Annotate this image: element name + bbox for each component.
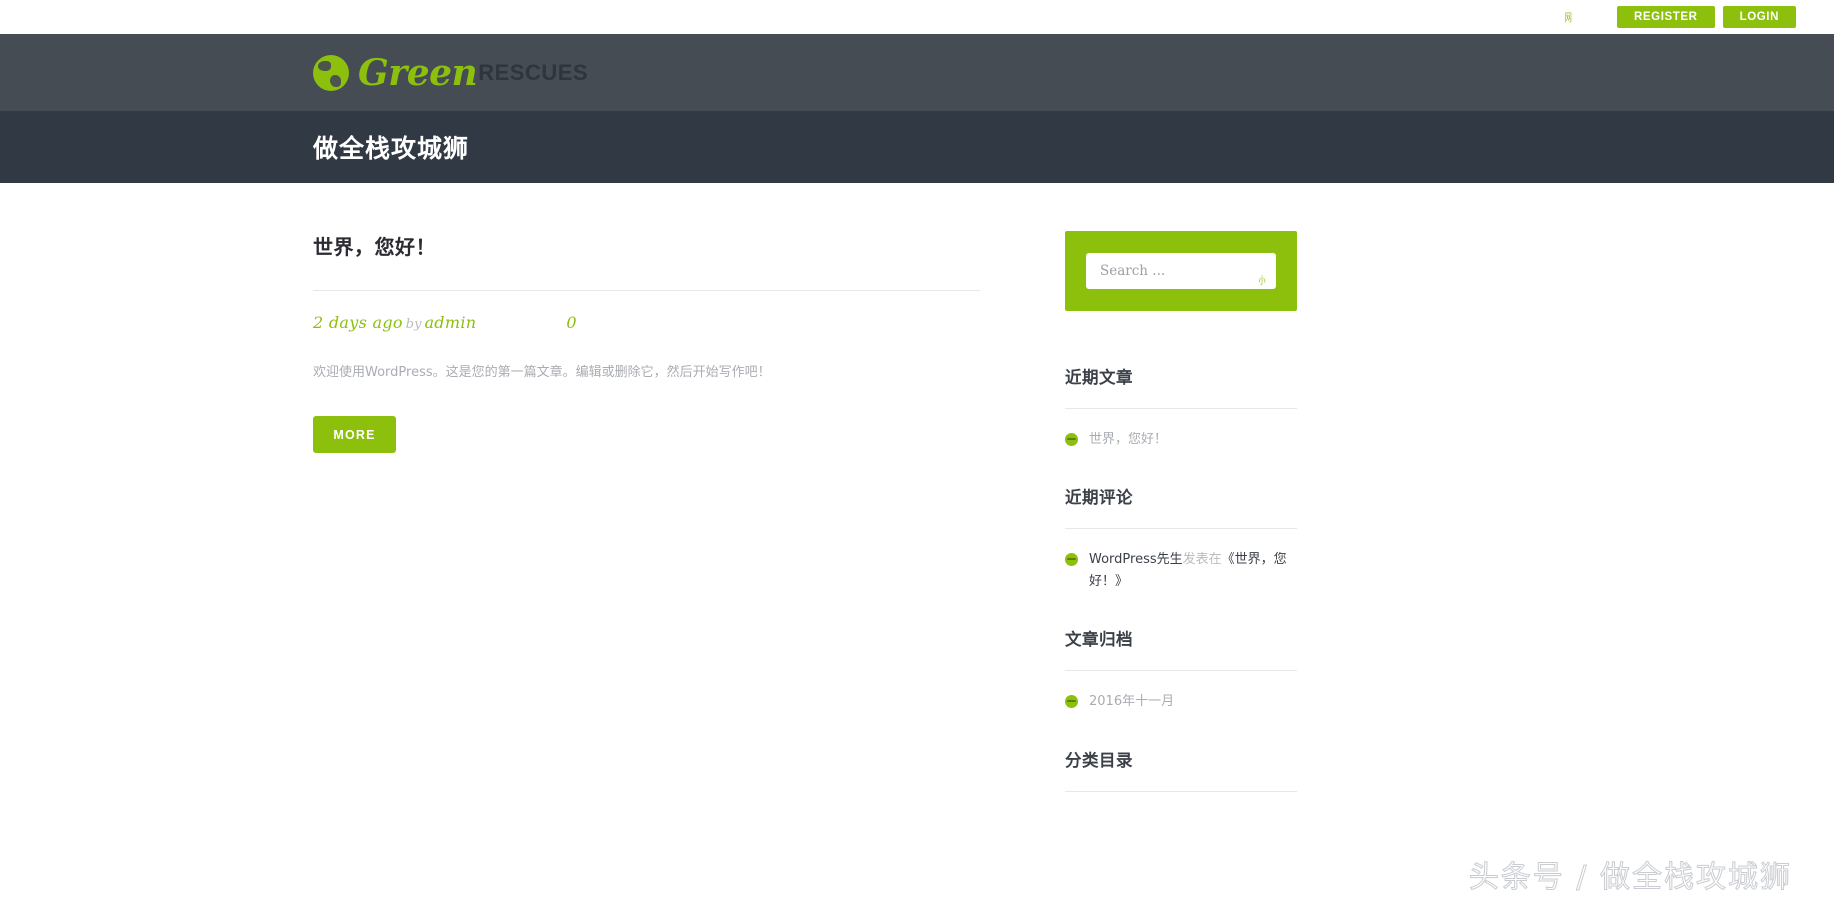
- widget-title-recent-comments: 近期评论: [1065, 484, 1297, 508]
- page-title-band: 做全栈攻城狮: [0, 111, 1834, 183]
- search-submit-icon[interactable]: 小: [1259, 277, 1266, 287]
- list-item[interactable]: WordPress先生发表在《世界，您好！》: [1065, 549, 1297, 592]
- logo-word: Green: [358, 55, 477, 91]
- search-field[interactable]: 小: [1086, 253, 1276, 289]
- top-utility-bar: 网 REGISTER LOGIN: [0, 0, 1834, 34]
- post-by-label: by: [406, 317, 422, 332]
- list-item[interactable]: 2016年十一月: [1065, 691, 1297, 712]
- list-item[interactable]: 世界，您好！: [1065, 429, 1297, 450]
- sidebar: 小 近期文章 世界，您好！ 近期评论 WordPress先生发表在《世界，您好！…: [1065, 231, 1297, 826]
- comment-count[interactable]: 0: [566, 313, 576, 332]
- site-masthead: Green RESCUES: [0, 34, 1834, 111]
- recent-post-link[interactable]: 世界，您好！: [1089, 429, 1167, 450]
- site-logo[interactable]: Green RESCUES: [313, 55, 588, 91]
- post-date: 2 days ago: [313, 313, 403, 332]
- archive-link[interactable]: 2016年十一月: [1089, 691, 1174, 712]
- widget-rule: [1065, 528, 1297, 529]
- post-author[interactable]: admin: [424, 313, 476, 332]
- language-glyph-icon[interactable]: 网: [1565, 12, 1572, 23]
- read-more-button[interactable]: MORE: [313, 416, 396, 453]
- search-widget: 小: [1065, 231, 1297, 311]
- main-content: 世界，您好！ 2 days ago by admin 0 欢迎使用WordPre…: [313, 231, 980, 826]
- leaf-bullet-icon: [1065, 553, 1078, 566]
- logo-subword: RESCUES: [478, 62, 588, 84]
- widget-categories: 分类目录: [1065, 747, 1297, 792]
- leaf-bullet-icon: [1065, 695, 1078, 708]
- widget-title-archives: 文章归档: [1065, 626, 1297, 650]
- post-title-divider: [313, 290, 980, 291]
- widget-recent-comments: 近期评论 WordPress先生发表在《世界，您好！》: [1065, 484, 1297, 592]
- widget-archives: 文章归档 2016年十一月: [1065, 626, 1297, 712]
- widget-title-recent-posts: 近期文章: [1065, 364, 1297, 388]
- comment-verb: 发表在: [1183, 552, 1222, 567]
- comment-author[interactable]: WordPress先生: [1089, 552, 1183, 567]
- search-input[interactable]: [1098, 262, 1264, 280]
- page-body: 世界，您好！ 2 days ago by admin 0 欢迎使用WordPre…: [0, 183, 1834, 826]
- watermark: 头条号 / 做全栈攻城狮: [1469, 852, 1792, 896]
- login-button[interactable]: LOGIN: [1723, 6, 1796, 28]
- widget-rule: [1065, 791, 1297, 792]
- widget-recent-posts: 近期文章 世界，您好！: [1065, 364, 1297, 450]
- comment-entry: WordPress先生发表在《世界，您好！》: [1089, 549, 1297, 592]
- register-button[interactable]: REGISTER: [1617, 6, 1715, 28]
- widget-rule: [1065, 670, 1297, 671]
- post-meta: 2 days ago by admin 0: [313, 313, 980, 332]
- post-title[interactable]: 世界，您好！: [313, 231, 980, 260]
- globe-icon: [313, 55, 349, 91]
- widget-title-categories: 分类目录: [1065, 747, 1297, 771]
- leaf-bullet-icon: [1065, 433, 1078, 446]
- widget-rule: [1065, 408, 1297, 409]
- page-title: 做全栈攻城狮: [313, 129, 469, 165]
- post-excerpt: 欢迎使用WordPress。这是您的第一篇文章。编辑或删除它，然后开始写作吧！: [313, 362, 980, 384]
